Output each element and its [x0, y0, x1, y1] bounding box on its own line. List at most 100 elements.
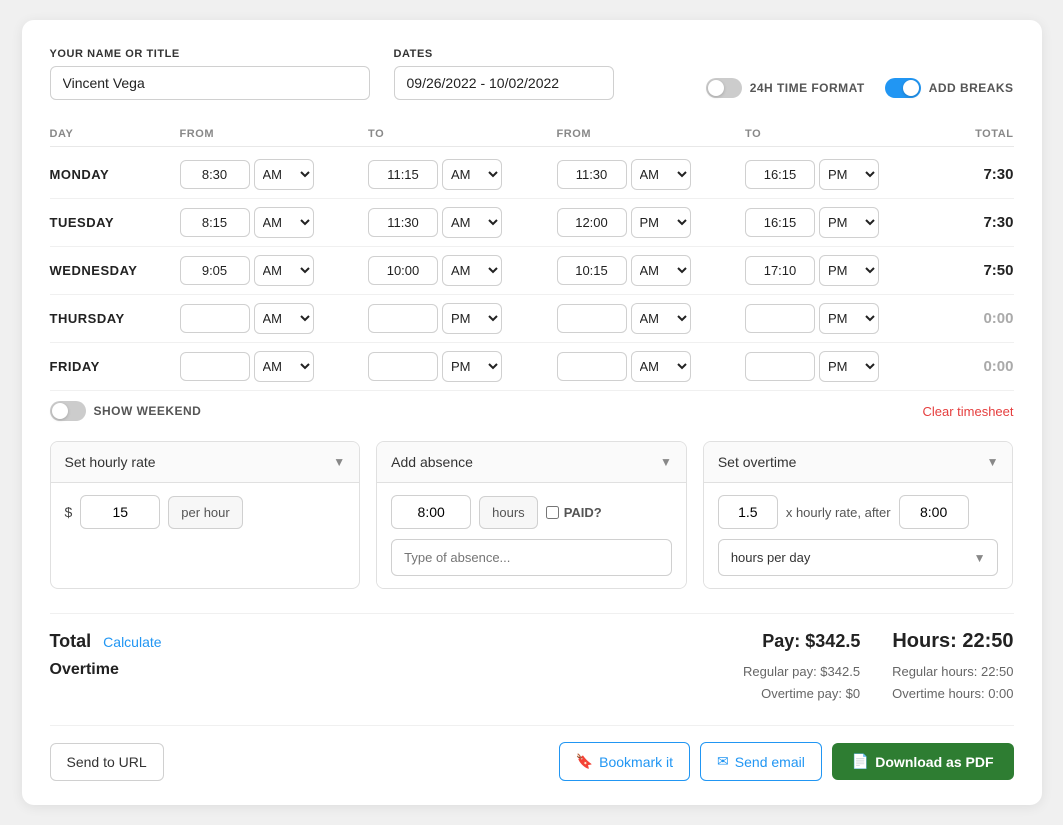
to1-cell-3: AM PM	[368, 303, 557, 334]
from1-input-4[interactable]	[180, 352, 250, 381]
breaks-toggle[interactable]	[885, 78, 921, 98]
name-label: YOUR NAME OR TITLE	[50, 48, 370, 60]
table-row: WEDNESDAY AM PM AM PM AM PM	[50, 247, 1014, 295]
name-input[interactable]	[50, 66, 370, 100]
ot-multiplier-input[interactable]	[718, 495, 778, 529]
to1-ampm-0[interactable]: AM PM	[442, 159, 502, 190]
from1-input-2[interactable]	[180, 256, 250, 285]
send-url-button[interactable]: Send to URL	[50, 743, 164, 781]
overtime-pay-text: Overtime pay: $0	[743, 683, 860, 705]
from1-ampm-1[interactable]: AM PM	[254, 207, 314, 238]
from2-input-4[interactable]	[557, 352, 627, 381]
from2-ampm-3[interactable]: AM PM	[631, 303, 691, 334]
to2-input-4[interactable]	[745, 352, 815, 381]
from1-ampm-0[interactable]: AM PM	[254, 159, 314, 190]
calculate-link[interactable]: Calculate	[103, 634, 161, 650]
header-row: YOUR NAME OR TITLE DATES 24H TIME FORMAT…	[50, 48, 1014, 100]
absence-panel: Add absence ▼ hours PAID?	[376, 441, 687, 589]
regular-pay-text: Regular pay: $342.5	[743, 661, 860, 683]
to2-ampm-3[interactable]: AM PM	[819, 303, 879, 334]
absence-header[interactable]: Add absence ▼	[377, 442, 686, 483]
from1-input-3[interactable]	[180, 304, 250, 333]
name-field-group: YOUR NAME OR TITLE	[50, 48, 370, 100]
breaks-toggle-item[interactable]: ADD BREAKS	[885, 78, 1014, 98]
to2-input-1[interactable]	[745, 208, 815, 237]
paid-check[interactable]: PAID?	[546, 505, 602, 520]
from1-input-1[interactable]	[180, 208, 250, 237]
paid-checkbox[interactable]	[546, 506, 559, 519]
hourly-rate-panel: Set hourly rate ▼ $ per hour	[50, 441, 361, 589]
col-from1: FROM	[180, 128, 369, 140]
day-name-0: MONDAY	[50, 167, 180, 182]
to1-ampm-3[interactable]: AM PM	[442, 303, 502, 334]
overtime-header[interactable]: Set overtime ▼	[704, 442, 1013, 483]
from2-ampm-2[interactable]: AM PM	[631, 255, 691, 286]
from1-cell-1: AM PM	[180, 207, 369, 238]
from1-input-0[interactable]	[180, 160, 250, 189]
total-val-3: 0:00	[934, 310, 1014, 327]
from2-ampm-1[interactable]: AM PM	[631, 207, 691, 238]
ot-after-input[interactable]	[899, 495, 969, 529]
download-pdf-button[interactable]: 📄 Download as PDF	[832, 743, 1014, 780]
from2-cell-1: AM PM	[557, 207, 746, 238]
from2-input-1[interactable]	[557, 208, 627, 237]
bottom-sections: Set hourly rate ▼ $ per hour Add absence…	[50, 441, 1014, 589]
from1-ampm-4[interactable]: AM PM	[254, 351, 314, 382]
to2-input-3[interactable]	[745, 304, 815, 333]
footer-row: Send to URL 🔖 Bookmark it ✉ Send email 📄…	[50, 725, 1014, 781]
to2-cell-3: AM PM	[745, 303, 934, 334]
to1-input-0[interactable]	[368, 160, 438, 189]
to1-ampm-4[interactable]: AM PM	[442, 351, 502, 382]
from2-input-2[interactable]	[557, 256, 627, 285]
from2-cell-2: AM PM	[557, 255, 746, 286]
email-label: Send email	[735, 754, 805, 770]
bookmark-button[interactable]: 🔖 Bookmark it	[559, 742, 690, 781]
from2-ampm-0[interactable]: AM PM	[631, 159, 691, 190]
to1-input-4[interactable]	[368, 352, 438, 381]
24h-toggle[interactable]	[706, 78, 742, 98]
from2-ampm-4[interactable]: AM PM	[631, 351, 691, 382]
hourly-rate-header[interactable]: Set hourly rate ▼	[51, 442, 360, 483]
clear-timesheet-link[interactable]: Clear timesheet	[922, 404, 1013, 419]
to2-ampm-0[interactable]: AM PM	[819, 159, 879, 190]
overtime-panel: Set overtime ▼ x hourly rate, after hour…	[703, 441, 1014, 589]
breaks-toggle-label: ADD BREAKS	[929, 81, 1014, 95]
absence-label: Add absence	[391, 454, 473, 470]
24h-toggle-item[interactable]: 24H TIME FORMAT	[706, 78, 865, 98]
to1-input-3[interactable]	[368, 304, 438, 333]
to2-input-2[interactable]	[745, 256, 815, 285]
dates-input[interactable]	[394, 66, 614, 100]
bookmark-icon: 🔖	[576, 753, 593, 770]
to1-ampm-2[interactable]: AM PM	[442, 255, 502, 286]
to2-ampm-2[interactable]: AM PM	[819, 255, 879, 286]
hours-label: hours	[479, 496, 538, 529]
from2-input-3[interactable]	[557, 304, 627, 333]
type-of-absence-input[interactable]	[391, 539, 672, 576]
pdf-label: Download as PDF	[875, 754, 993, 770]
total-val-4: 0:00	[934, 358, 1014, 375]
total-section: Total Calculate Pay: $342.5 Hours: 22:50…	[50, 613, 1014, 705]
from1-ampm-2[interactable]: AM PM	[254, 255, 314, 286]
from1-ampm-3[interactable]: AM PM	[254, 303, 314, 334]
pay-total: Pay: $342.5	[762, 631, 860, 652]
hours-per-day-dropdown[interactable]: hours per day ▼	[718, 539, 999, 576]
send-email-button[interactable]: ✉ Send email	[700, 742, 822, 781]
day-name-3: THURSDAY	[50, 311, 180, 326]
weekend-toggle[interactable]	[50, 401, 86, 421]
from2-input-0[interactable]	[557, 160, 627, 189]
to2-cell-1: AM PM	[745, 207, 934, 238]
to1-input-1[interactable]	[368, 208, 438, 237]
to2-ampm-4[interactable]: AM PM	[819, 351, 879, 382]
table-row: THURSDAY AM PM AM PM AM PM	[50, 295, 1014, 343]
weekend-toggle-group[interactable]: SHOW WEEKEND	[50, 401, 202, 421]
col-day: DAY	[50, 128, 180, 140]
to2-ampm-1[interactable]: AM PM	[819, 207, 879, 238]
overtime-section-label: Overtime	[50, 661, 180, 679]
hours-details-col: Regular hours: 22:50 Overtime hours: 0:0…	[892, 661, 1013, 705]
rate-input[interactable]	[80, 495, 160, 529]
to1-ampm-1[interactable]: AM PM	[442, 207, 502, 238]
absence-hours-input[interactable]	[391, 495, 471, 529]
to1-input-2[interactable]	[368, 256, 438, 285]
to2-input-0[interactable]	[745, 160, 815, 189]
to2-cell-0: AM PM	[745, 159, 934, 190]
